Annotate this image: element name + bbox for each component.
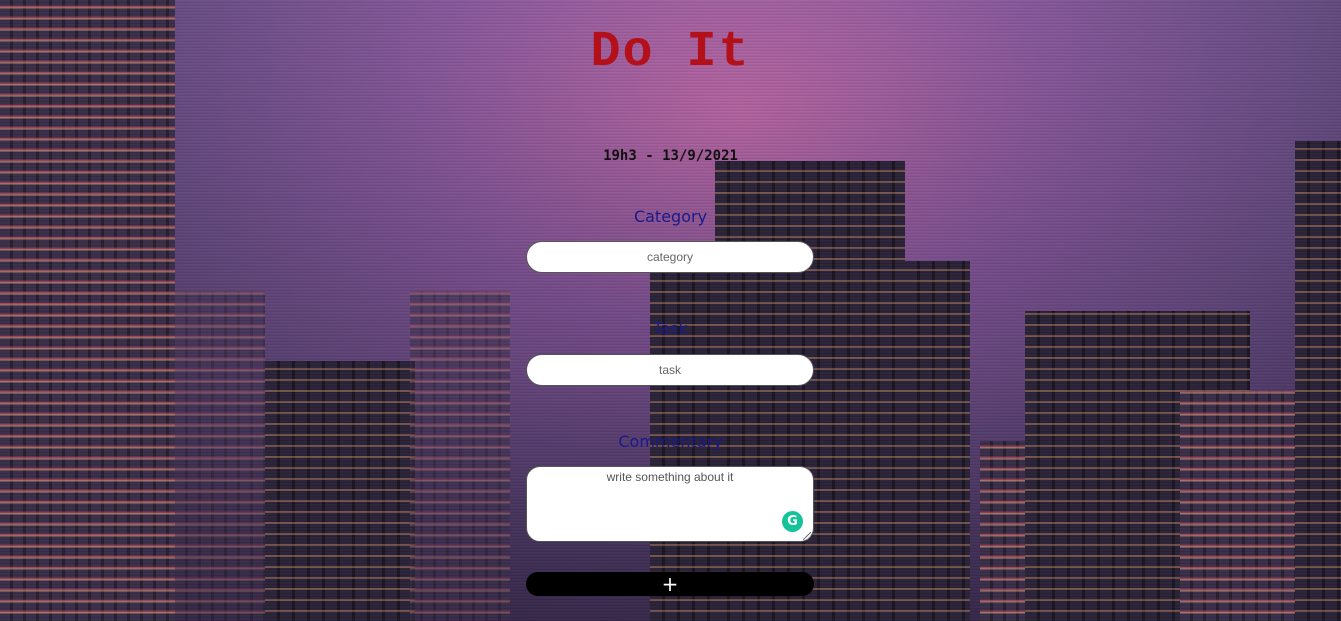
- task-input[interactable]: [526, 354, 814, 386]
- page-title: Do It: [590, 24, 751, 81]
- grammarly-icon[interactable]: G: [782, 511, 803, 532]
- category-label: Category: [633, 207, 708, 226]
- todo-app: Do It 19h3 - 13/9/2021 Category Task Com…: [0, 0, 1341, 621]
- add-task-button[interactable]: +: [526, 572, 814, 596]
- resize-handle-icon[interactable]: [803, 532, 811, 540]
- commentary-label: Commentary: [618, 432, 723, 451]
- task-label: Task: [653, 319, 688, 338]
- datetime-display: 19h3 - 13/9/2021: [603, 148, 738, 164]
- commentary-textarea[interactable]: [526, 466, 814, 542]
- category-input[interactable]: [526, 241, 814, 273]
